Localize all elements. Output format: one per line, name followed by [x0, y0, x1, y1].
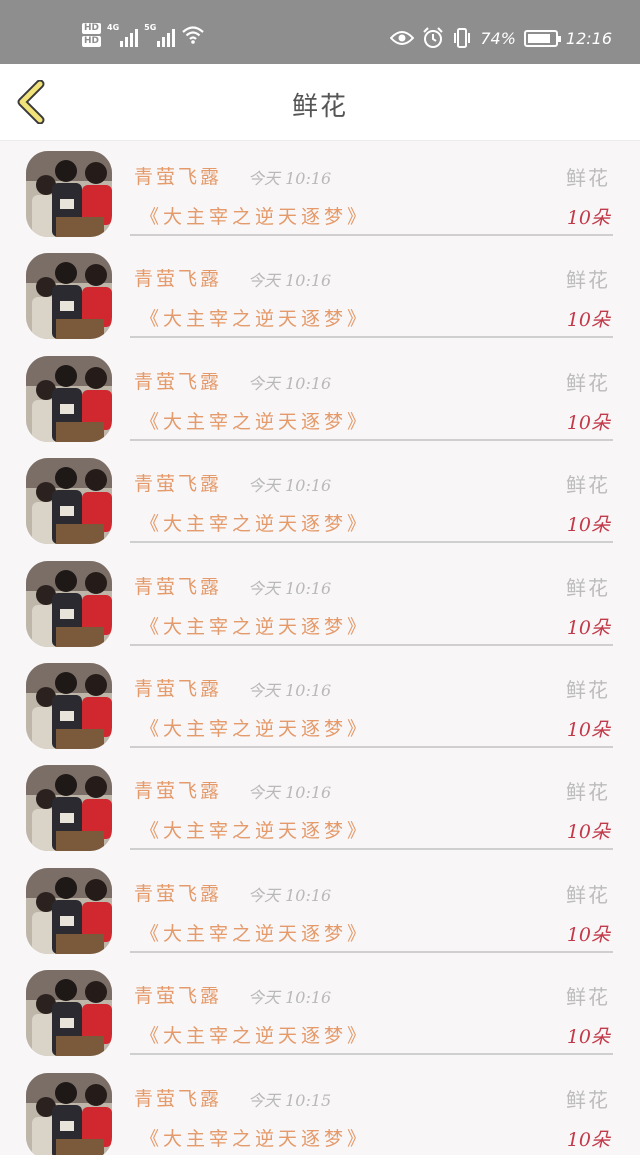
book-title[interactable]: 《大主宰之逆天逐梦》 — [140, 714, 370, 741]
divider — [130, 950, 613, 953]
book-title[interactable]: 《大主宰之逆天逐梦》 — [140, 1124, 370, 1151]
network-type-2: 5G — [144, 23, 157, 32]
avatar[interactable] — [26, 253, 112, 340]
signal-icon-2: 5G — [144, 23, 176, 47]
sender-name: 青萤飞露 — [134, 370, 223, 393]
gift-count: 10朵 — [566, 309, 610, 332]
sender-name: 青萤飞露 — [134, 1087, 223, 1110]
network-type-1: 4G — [107, 23, 120, 32]
avatar[interactable] — [26, 355, 112, 442]
avatar[interactable] — [26, 151, 112, 237]
gift-count: 10朵 — [566, 718, 610, 741]
nav-bar: 鲜花 — [0, 64, 640, 141]
send-time: 今天 10:16 — [248, 783, 332, 803]
book-title[interactable]: 《大主宰之逆天逐梦》 — [140, 509, 370, 536]
gift-count: 10朵 — [566, 207, 610, 229]
avatar[interactable] — [26, 458, 112, 545]
battery-percent: 74% — [480, 28, 516, 48]
list-item[interactable]: 青萤飞露 今天 10:16 鲜花 《大主宰之逆天逐梦》 10朵 — [0, 552, 640, 654]
send-time: 今天 10:16 — [248, 169, 332, 188]
send-time: 今天 10:16 — [248, 578, 332, 598]
divider — [130, 1053, 613, 1056]
list-item[interactable]: 青萤飞露 今天 10:16 鲜花 《大主宰之逆天逐梦》 10朵 — [0, 961, 640, 1063]
avatar[interactable] — [26, 765, 112, 852]
avatar[interactable] — [26, 560, 112, 647]
list-item[interactable]: 青萤飞露 今天 10:16 鲜花 《大主宰之逆天逐梦》 10朵 — [0, 859, 640, 961]
gift-count: 10朵 — [566, 514, 610, 537]
gift-type: 鲜花 — [566, 575, 610, 600]
status-bar: HD HD 4G 5G 74% 12:16 — [0, 0, 640, 64]
gift-type: 鲜花 — [566, 780, 610, 805]
book-title[interactable]: 《大主宰之逆天逐梦》 — [140, 612, 370, 639]
page-title: 鲜花 — [291, 92, 348, 122]
send-time: 今天 10:16 — [248, 885, 332, 905]
gift-count: 10朵 — [566, 1128, 610, 1151]
sender-name: 青萤飞露 — [134, 985, 223, 1008]
status-right: 74% 12:16 — [390, 24, 612, 52]
sender-name: 青萤飞露 — [134, 473, 223, 496]
gift-count: 10朵 — [566, 821, 610, 844]
divider — [130, 745, 613, 748]
divider — [130, 643, 613, 646]
gift-count: 10朵 — [566, 1026, 610, 1049]
sender-name: 青萤飞露 — [134, 268, 223, 291]
avatar[interactable] — [26, 867, 112, 954]
send-time: 今天 10:16 — [248, 680, 332, 700]
send-time: 今天 10:16 — [248, 476, 332, 496]
signal-icon: 4G — [107, 23, 139, 47]
divider — [130, 336, 613, 339]
sender-name: 青萤飞露 — [134, 575, 223, 598]
list-item[interactable]: 青萤飞露 今天 10:16 鲜花 《大主宰之逆天逐梦》 10朵 — [0, 244, 640, 346]
book-title[interactable]: 《大主宰之逆天逐梦》 — [140, 202, 370, 229]
divider — [130, 848, 613, 851]
sender-name: 青萤飞露 — [134, 882, 223, 905]
divider — [130, 234, 613, 236]
gift-count: 10朵 — [566, 923, 610, 946]
list-item[interactable]: 青萤飞露 今天 10:16 鲜花 《大主宰之逆天逐梦》 10朵 — [0, 654, 640, 756]
hd-badge-2: HD — [82, 36, 102, 47]
gift-type: 鲜花 — [566, 882, 610, 907]
battery-icon — [523, 29, 561, 47]
gift-type: 鲜花 — [566, 1087, 610, 1112]
book-title[interactable]: 《大主宰之逆天逐梦》 — [140, 304, 370, 331]
divider — [130, 541, 613, 544]
status-left: HD HD 4G 5G — [82, 20, 205, 50]
list-item[interactable]: 青萤飞露 今天 10:16 鲜花 《大主宰之逆天逐梦》 10朵 — [0, 142, 640, 244]
divider — [130, 438, 613, 441]
list-item[interactable]: 青萤飞露 今天 10:16 鲜花 《大主宰之逆天逐梦》 10朵 — [0, 756, 640, 858]
vibrate-icon — [454, 28, 471, 48]
list-item[interactable]: 青萤飞露 今天 10:16 鲜花 《大主宰之逆天逐梦》 10朵 — [0, 449, 640, 551]
wifi-icon — [182, 26, 205, 44]
sender-name: 青萤飞露 — [134, 677, 223, 700]
status-time: 12:16 — [565, 28, 612, 48]
gift-type: 鲜花 — [566, 268, 610, 293]
gift-type: 鲜花 — [566, 677, 610, 702]
send-time: 今天 10:16 — [248, 271, 332, 291]
send-time: 今天 10:15 — [248, 1090, 332, 1110]
send-time: 今天 10:16 — [248, 988, 332, 1008]
gift-record-list: 青萤飞露 今天 10:16 鲜花 《大主宰之逆天逐梦》 10朵 青萤飞露 今天 … — [0, 142, 640, 1155]
hd-indicators: HD HD — [82, 23, 102, 47]
list-item[interactable]: 青萤飞露 今天 10:15 鲜花 《大主宰之逆天逐梦》 10朵 — [0, 1064, 640, 1155]
avatar[interactable] — [26, 662, 112, 749]
gift-type: 鲜花 — [566, 370, 610, 395]
send-time: 今天 10:16 — [248, 373, 332, 393]
book-title[interactable]: 《大主宰之逆天逐梦》 — [140, 816, 370, 843]
list-item[interactable]: 青萤飞露 今天 10:16 鲜花 《大主宰之逆天逐梦》 10朵 — [0, 347, 640, 449]
gift-type: 鲜花 — [566, 985, 610, 1010]
sender-name: 青萤飞露 — [134, 780, 223, 803]
book-title[interactable]: 《大主宰之逆天逐梦》 — [140, 1021, 370, 1048]
gift-type: 鲜花 — [566, 166, 610, 190]
gift-count: 10朵 — [566, 411, 610, 434]
eye-icon — [390, 31, 415, 45]
book-title[interactable]: 《大主宰之逆天逐梦》 — [140, 919, 370, 946]
alarm-icon — [423, 27, 444, 48]
hd-badge-1: HD — [82, 23, 102, 34]
gift-count: 10朵 — [566, 616, 610, 639]
book-title[interactable]: 《大主宰之逆天逐梦》 — [140, 407, 370, 434]
sender-name: 青萤飞露 — [134, 166, 223, 188]
gift-type: 鲜花 — [566, 473, 610, 498]
avatar[interactable] — [26, 1072, 112, 1155]
avatar[interactable] — [26, 970, 112, 1057]
